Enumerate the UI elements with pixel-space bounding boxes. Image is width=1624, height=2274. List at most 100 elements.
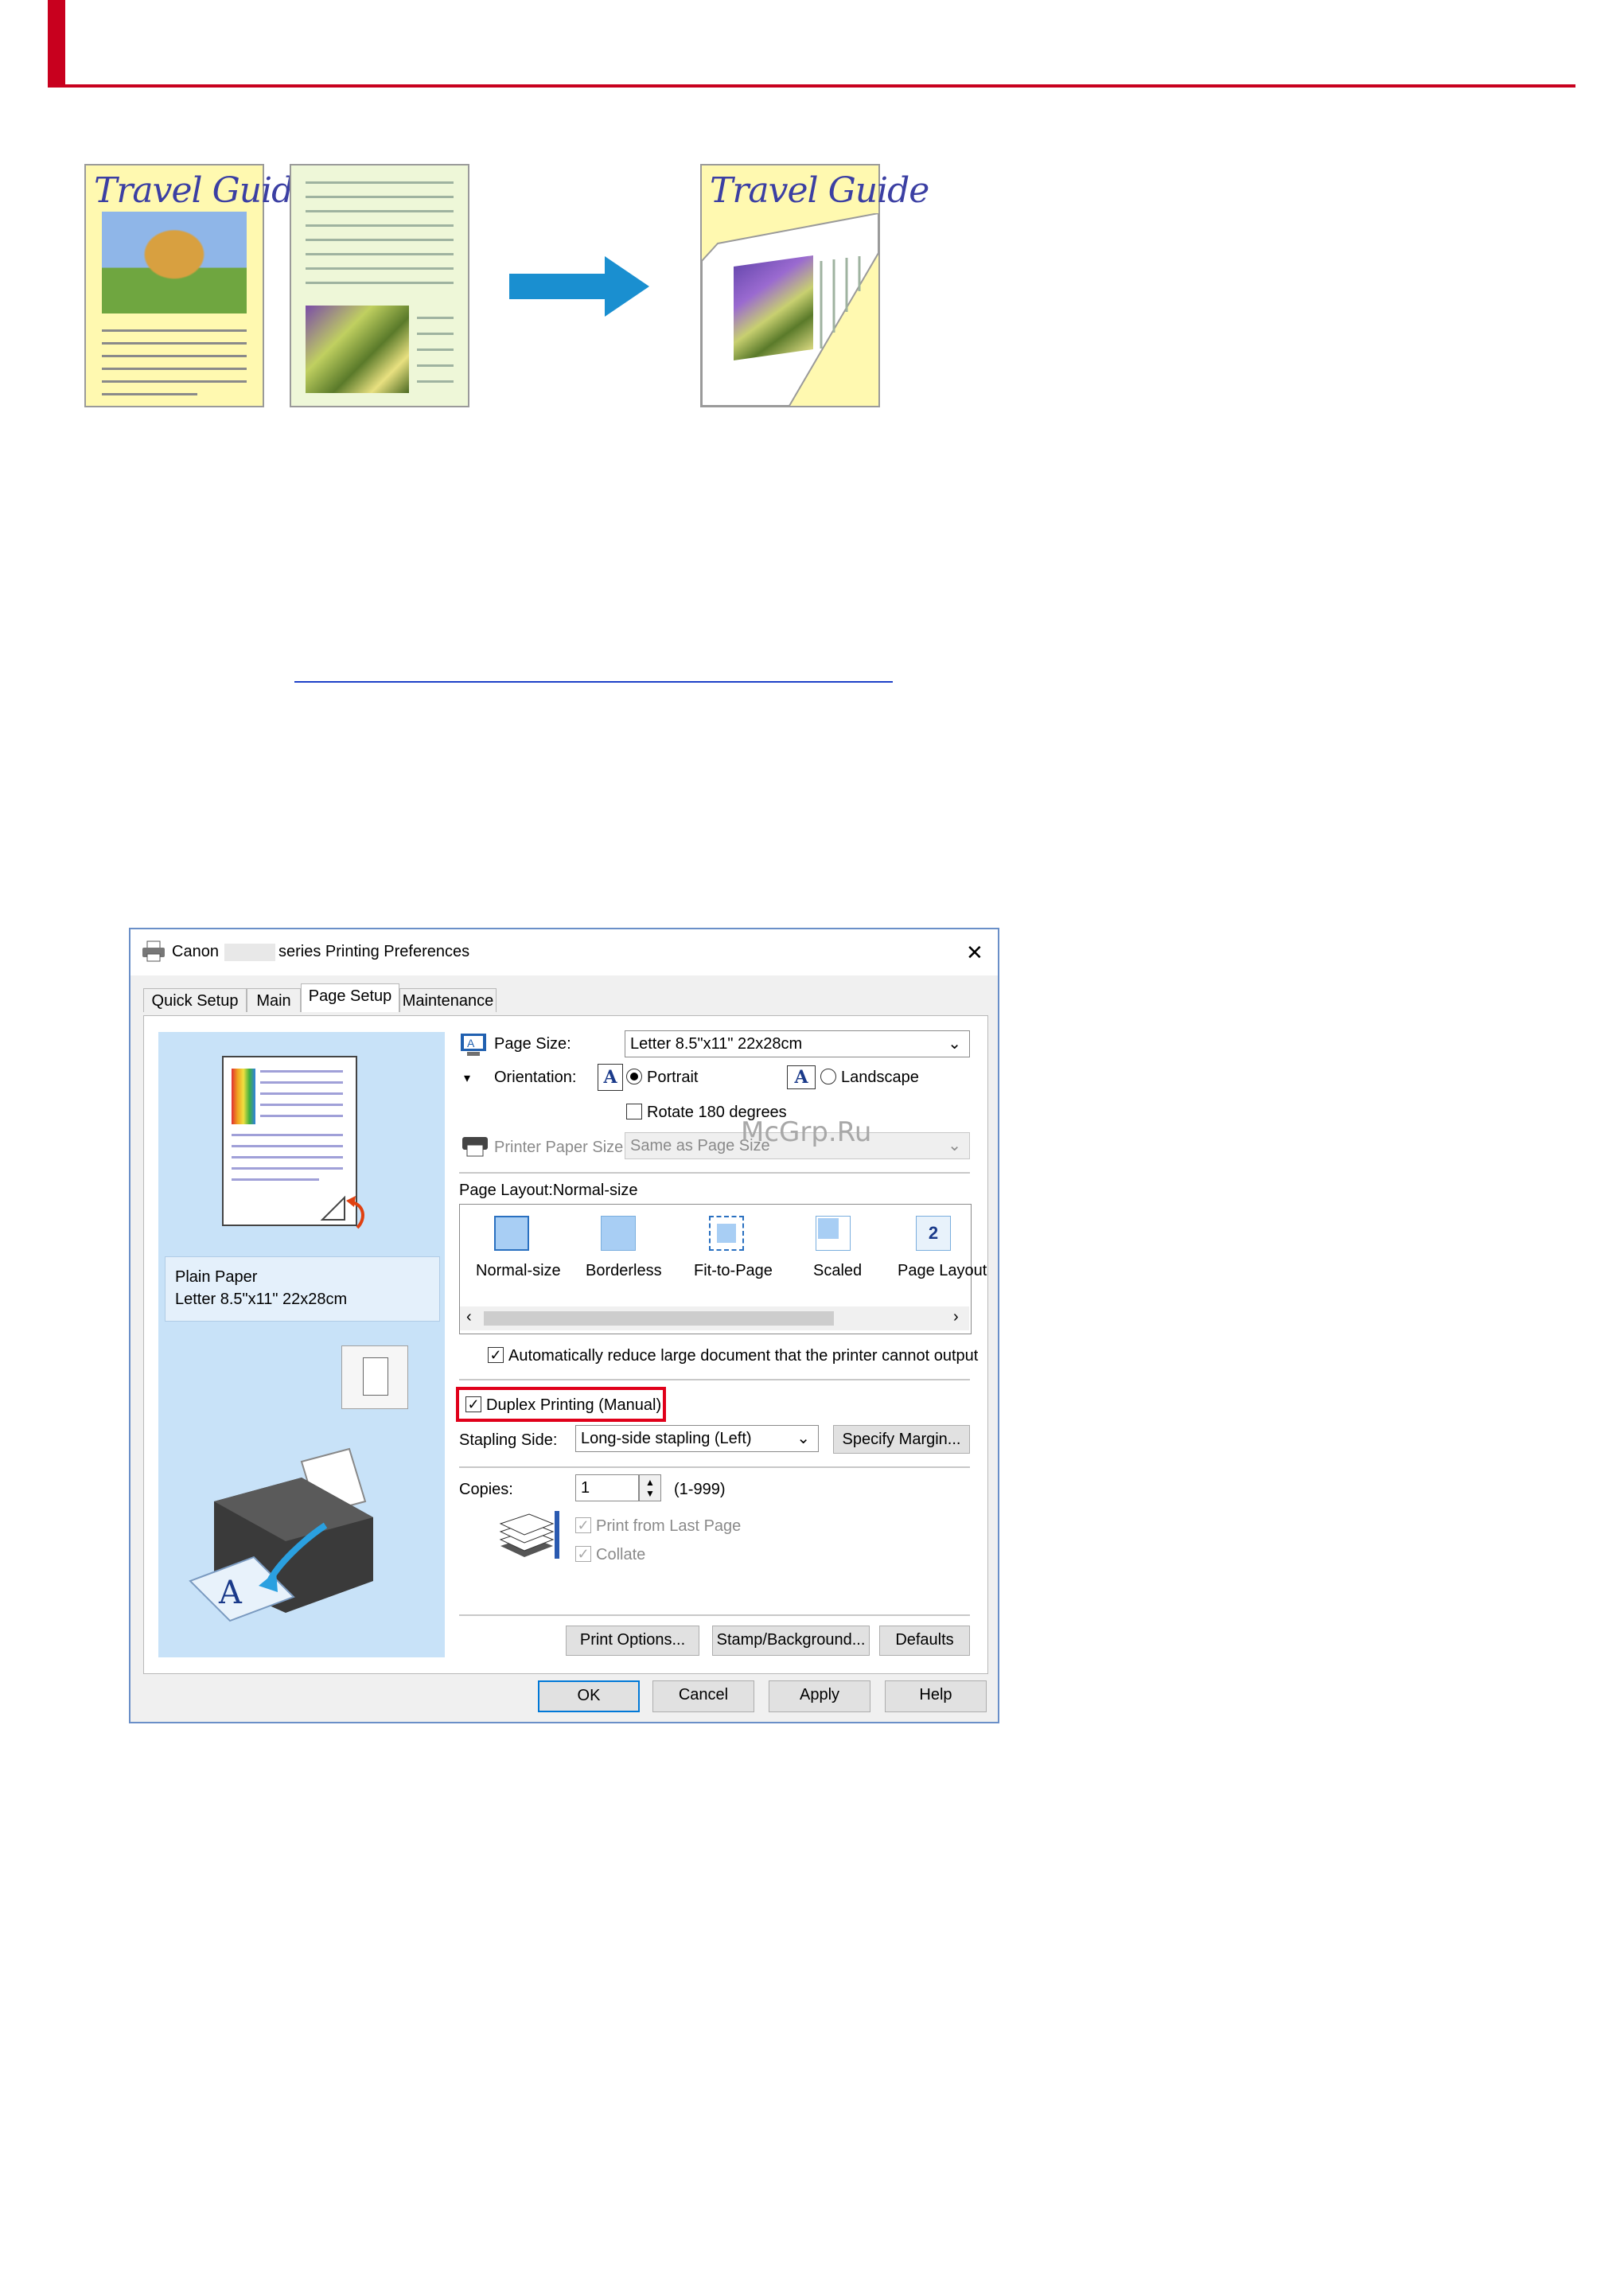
result-page-title: Travel Guide (710, 170, 929, 211)
printer-illustration: A (189, 1447, 373, 1622)
printer-paper-size-icon (462, 1137, 488, 1157)
collate-label: Collate (596, 1546, 646, 1563)
page-layout-label: Page Layout:Normal-size (459, 1182, 638, 1199)
fit-to-page-icon (709, 1216, 744, 1251)
portrait-label: Portrait (647, 1069, 699, 1086)
page-1-title: Travel Guide (94, 170, 314, 211)
landscape-icon: A (787, 1065, 816, 1089)
page-size-icon: A (461, 1034, 486, 1056)
tree-photo (102, 212, 247, 313)
chevron-down-icon: ⌄ (948, 1035, 961, 1053)
header-rule (48, 84, 1575, 88)
spin-up-icon[interactable]: ▲ (645, 1477, 655, 1488)
copies-input[interactable]: 1 (575, 1474, 639, 1501)
title-bar: Canon series Printing Preferences ✕ (130, 929, 998, 975)
rotate-180-checkbox[interactable] (626, 1104, 642, 1119)
window-title: series Printing Preferences (278, 943, 470, 960)
landscape-radio[interactable] (820, 1069, 836, 1084)
tab-strip: Quick Setup Main Page Setup Maintenance (143, 983, 637, 1017)
media-type: Plain Paper (175, 1268, 258, 1286)
header-accent-bar (48, 0, 65, 88)
page-layout-list: Normal-size Borderless Fit-to-Page Scale… (459, 1204, 987, 1334)
portrait-icon: A (598, 1064, 623, 1091)
copies-label: Copies: (459, 1481, 513, 1498)
tab-quick-setup[interactable]: Quick Setup (143, 988, 247, 1012)
layout-item-scaled[interactable]: Scaled (789, 1211, 877, 1299)
chevron-down-icon: ⌄ (796, 1430, 810, 1447)
separator (459, 1172, 970, 1174)
layout-item-page-layout[interactable]: 2 Page Layout (890, 1211, 987, 1299)
separator (459, 1466, 970, 1468)
apply-button[interactable]: Apply (769, 1680, 870, 1712)
window-title-brand: Canon (172, 943, 219, 960)
result-forest-photo (734, 255, 813, 361)
auto-reduce-label: Automatically reduce large document that… (508, 1347, 979, 1365)
landscape-label: Landscape (841, 1069, 919, 1086)
page-layout-icon: 2 (916, 1216, 951, 1251)
stapling-side-label: Stapling Side: (459, 1431, 558, 1449)
arrow-right-icon (509, 256, 649, 317)
portrait-radio[interactable] (626, 1069, 642, 1084)
chevron-down-icon: ⌄ (948, 1137, 961, 1155)
spin-down-icon[interactable]: ▼ (645, 1488, 655, 1499)
duplex-printing-checkbox[interactable]: ✓ (465, 1396, 481, 1412)
color-bars (232, 1069, 255, 1124)
layout-label: Borderless (586, 1262, 662, 1279)
cancel-button[interactable]: Cancel (652, 1680, 754, 1712)
layout-label: Page Layout (898, 1262, 987, 1279)
copies-value: 1 (581, 1479, 590, 1497)
layout-label: Scaled (813, 1262, 863, 1279)
page-flip-icon (320, 1195, 364, 1229)
ok-button[interactable]: OK (538, 1680, 640, 1712)
layout-item-normal-size[interactable]: Normal-size (468, 1211, 561, 1299)
print-from-last-page-label: Print from Last Page (596, 1517, 742, 1535)
page-setup-panel: Plain Paper Letter 8.5"x11" 22x28cm A A (143, 1015, 988, 1674)
print-from-last-page-checkbox[interactable]: ✓ (575, 1517, 591, 1533)
link-underline[interactable] (294, 681, 893, 683)
layout-item-fit-to-page[interactable]: Fit-to-Page (683, 1211, 773, 1299)
redacted-model-name (224, 944, 275, 961)
print-options-button[interactable]: Print Options... (566, 1626, 699, 1656)
printer-paper-size-label: Printer Paper Size: (494, 1139, 628, 1156)
tab-page-setup[interactable]: Page Setup (301, 983, 399, 1012)
duplex-printing-label: Duplex Printing (Manual) (486, 1396, 662, 1414)
paper-source-icon (341, 1345, 408, 1409)
layout-item-borderless[interactable]: Borderless (574, 1211, 662, 1299)
tab-maintenance[interactable]: Maintenance (399, 988, 497, 1012)
normal-size-icon (494, 1216, 529, 1251)
scaled-icon (816, 1216, 851, 1251)
scroll-left-icon[interactable]: ‹ (466, 1308, 472, 1326)
stapling-side-select[interactable]: Long-side stapling (Left) ⌄ (575, 1425, 819, 1452)
separator (459, 1379, 970, 1380)
specify-margin-button[interactable]: Specify Margin... (833, 1425, 970, 1454)
stamp-background-button[interactable]: Stamp/Background... (712, 1626, 870, 1656)
page-size-value: Letter 8.5"x11" 22x28cm (630, 1035, 803, 1053)
svg-text:A: A (467, 1037, 475, 1049)
layout-label: Fit-to-Page (694, 1262, 773, 1279)
collate-checkbox[interactable]: ✓ (575, 1546, 591, 1562)
source-page-1: Travel Guide (84, 164, 314, 407)
preview-pane: Plain Paper Letter 8.5"x11" 22x28cm A (158, 1032, 445, 1657)
tab-main[interactable]: Main (247, 988, 301, 1012)
copies-spinner[interactable]: ▲ ▼ (639, 1474, 661, 1501)
source-page-2 (290, 164, 469, 407)
media-size: Letter 8.5"x11" 22x28cm (175, 1291, 348, 1308)
horizontal-scrollbar[interactable]: ‹ › (460, 1306, 969, 1330)
orientation-label: Orientation: (494, 1069, 577, 1086)
svg-text:A: A (218, 1575, 243, 1611)
scroll-right-icon[interactable]: › (953, 1308, 959, 1326)
watermark: McGrp.Ru (741, 1116, 872, 1148)
close-icon[interactable]: ✕ (966, 940, 983, 965)
page-size-select[interactable]: Letter 8.5"x11" 22x28cm ⌄ (625, 1030, 970, 1057)
auto-reduce-checkbox[interactable]: ✓ (488, 1347, 504, 1363)
printer-icon (142, 940, 165, 962)
stapling-side-value: Long-side stapling (Left) (581, 1430, 752, 1447)
result-page: Travel Guide (700, 164, 929, 407)
borderless-icon (601, 1216, 636, 1251)
page-size-label: Page Size: (494, 1035, 571, 1053)
separator (459, 1614, 970, 1616)
help-button[interactable]: Help (885, 1680, 987, 1712)
defaults-button[interactable]: Defaults (879, 1626, 970, 1656)
copies-stack-icon (499, 1511, 559, 1559)
scroll-thumb[interactable] (484, 1311, 834, 1326)
